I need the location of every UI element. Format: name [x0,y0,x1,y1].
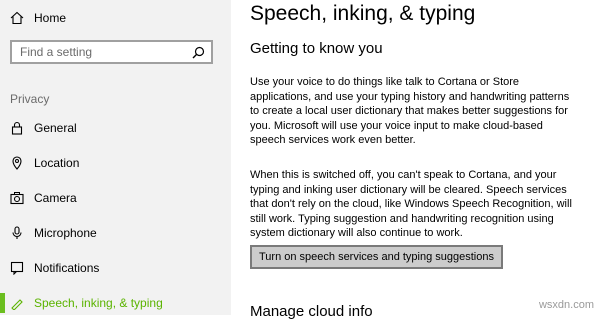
location-pin-icon [10,156,24,170]
sidebar-item-general[interactable]: General [0,114,231,142]
speech-inking-icon [10,296,24,310]
search-icon [192,46,205,58]
section-heading: Getting to know you [250,40,383,57]
search-input[interactable]: Find a setting [20,45,92,59]
lock-icon [10,121,24,135]
home-link[interactable]: Home [10,8,66,28]
sidebar-item-label: Location [34,156,80,170]
sidebar: Home Find a setting Privacy General Loca… [0,0,231,315]
sidebar-item-label: Notifications [34,261,100,275]
sidebar-item-label: Microphone [34,226,97,240]
watermark: wsxdn.com [538,299,594,311]
sidebar-item-camera[interactable]: Camera [0,184,231,212]
sidebar-item-location[interactable]: Location [0,149,231,177]
main-content: Speech, inking, & typing Getting to know… [250,0,600,320]
section-heading-manage-cloud-info: Manage cloud info [250,303,373,320]
sidebar-item-speech-inking-typing[interactable]: Speech, inking, & typing [0,289,231,317]
turn-on-speech-services-button[interactable]: Turn on speech services and typing sugge… [250,245,503,269]
description-paragraph: Use your voice to do things like talk to… [250,76,570,146]
selected-indicator [0,293,5,313]
sidebar-item-label: Camera [34,191,77,205]
sidebar-item-microphone[interactable]: Microphone [0,219,231,247]
description-paragraph: When this is switched off, you can't spe… [250,169,572,239]
sidebar-item-label: General [34,121,77,135]
page-title: Speech, inking, & typing [250,2,476,25]
home-icon [10,11,24,25]
sidebar-item-label: Speech, inking, & typing [34,296,163,310]
sidebar-item-notifications[interactable]: Notifications [0,254,231,282]
microphone-icon [10,226,24,240]
notifications-icon [10,261,24,275]
search-box[interactable]: Find a setting [10,40,213,64]
home-label: Home [34,11,67,25]
camera-icon [10,191,24,205]
section-label-privacy: Privacy [10,92,50,106]
